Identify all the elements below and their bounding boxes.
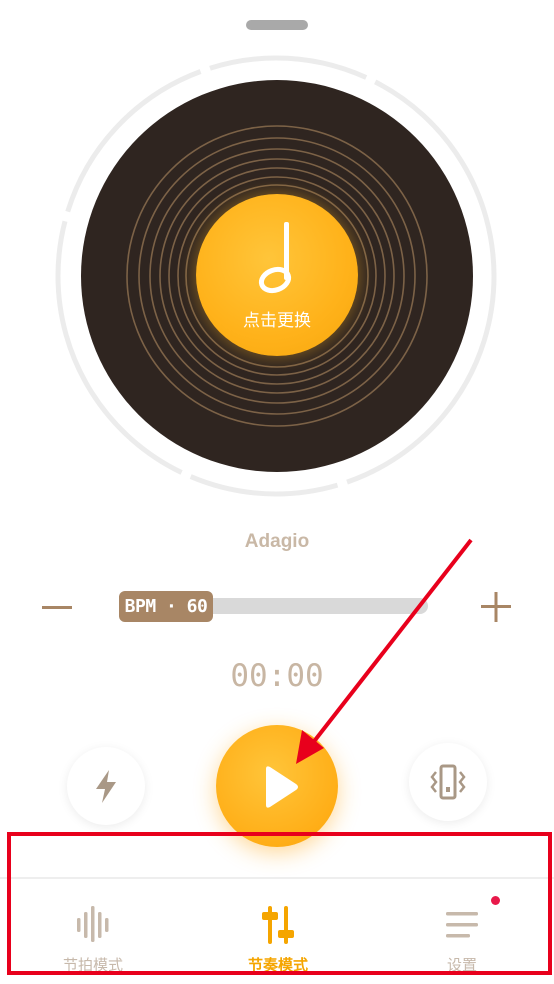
drag-handle[interactable] xyxy=(246,20,308,30)
beat-bars-icon xyxy=(77,906,109,942)
tab-settings[interactable]: 设置 xyxy=(402,890,522,980)
minus-icon[interactable] xyxy=(40,594,74,622)
tab-beat-mode-label: 节拍模式 xyxy=(62,956,123,974)
sliders-icon xyxy=(262,906,294,944)
vibrate-button[interactable] xyxy=(409,743,487,821)
vibrate-icon xyxy=(430,764,466,800)
tab-rhythm-mode-label: 节奏模式 xyxy=(247,956,308,974)
play-icon xyxy=(266,766,298,808)
plus-icon[interactable] xyxy=(479,590,513,624)
music-note-icon xyxy=(258,222,292,294)
tab-beat-mode[interactable]: 节拍模式 xyxy=(33,890,153,980)
annotation-arrow-line xyxy=(310,538,473,746)
tempo-name: Adagio xyxy=(244,531,310,552)
play-button[interactable] xyxy=(216,725,338,847)
notification-badge xyxy=(491,896,500,905)
tab-settings-label: 设置 xyxy=(446,956,477,974)
tabbar-divider xyxy=(0,877,554,879)
menu-icon xyxy=(446,912,478,938)
flash-button[interactable] xyxy=(67,747,145,825)
tab-rhythm-mode[interactable]: 节奏模式 xyxy=(218,890,338,980)
elapsed-timer: 00:00 xyxy=(230,658,324,694)
lightning-icon xyxy=(96,770,116,803)
record-change-label: 点击更换 xyxy=(243,311,311,331)
bpm-slider-thumb[interactable]: BPM · 60 xyxy=(119,591,213,622)
